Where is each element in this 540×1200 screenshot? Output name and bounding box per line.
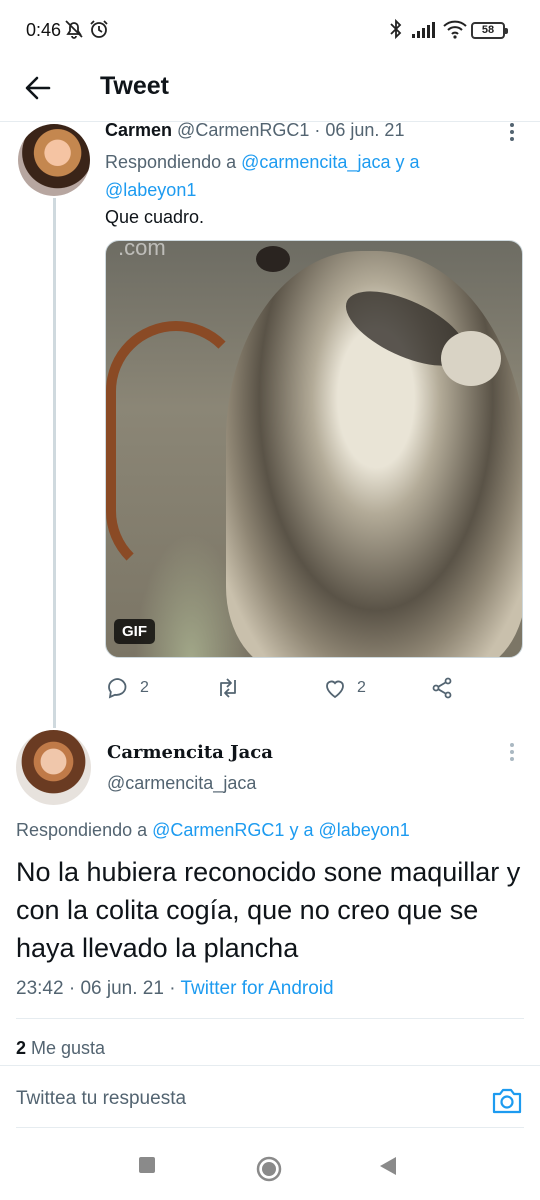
bluetooth-icon (390, 18, 402, 40)
alarm-icon (90, 20, 108, 38)
mention-link[interactable]: @CarmenRGC1 (152, 820, 284, 840)
heart-icon (326, 680, 344, 699)
tweet-media-gif[interactable]: .com GIF (105, 240, 523, 658)
media-raccoon-ear (441, 331, 501, 386)
gif-badge: GIF (114, 619, 155, 644)
author-name[interactable]: Carmen (105, 120, 172, 140)
share-button[interactable] (430, 674, 454, 702)
reply-count: 2 (140, 679, 149, 696)
replying-to: Respondiendo a @CarmenRGC1 y a @labeyon1 (16, 820, 410, 841)
likes-label: Me gusta (31, 1038, 106, 1058)
battery-icon: 58 (471, 22, 508, 39)
divider (0, 1065, 540, 1066)
tweet-text: No la hubiera reconocido sone maquillar … (16, 857, 521, 963)
mention-link[interactable]: @labeyon1 (105, 180, 196, 200)
composer-underline (16, 1127, 524, 1128)
separator-dot: · (314, 120, 321, 140)
author-handle[interactable]: @CarmenRGC1 (177, 120, 309, 140)
tweet-date: 06 jun. 21 (80, 978, 164, 999)
camera-icon[interactable] (490, 1085, 524, 1117)
separator-dot: · (169, 978, 176, 999)
likes-count: 2 (16, 1038, 27, 1058)
reply-button[interactable]: 2 (106, 674, 149, 702)
media-chair (106, 321, 246, 581)
share-icon (432, 677, 452, 699)
home-icon[interactable] (255, 1155, 283, 1183)
avatar[interactable] (16, 730, 91, 805)
tweet-meta: 23:42 · 06 jun. 21 · Twitter for Android (16, 978, 334, 1000)
more-options-icon[interactable] (500, 120, 524, 144)
tweet-source-link[interactable]: Twitter for Android (180, 978, 333, 999)
tweet-text: Que cuadro. (105, 207, 205, 227)
tweet-header: Carmen @CarmenRGC1 · 06 jun. 21 (105, 120, 404, 141)
replying-conjunction: y a (289, 820, 314, 840)
likes-summary[interactable]: 2 Me gusta (16, 1038, 105, 1059)
divider (16, 1018, 524, 1019)
replying-conjunction: y a (395, 152, 420, 172)
author-name[interactable]: Carmencita Jaca (107, 742, 273, 763)
like-button[interactable]: 2 (323, 674, 366, 702)
avatar[interactable] (18, 124, 90, 196)
status-bar: 0:46 58 (0, 0, 540, 60)
system-nav-bar (0, 1140, 540, 1200)
mention-link[interactable]: @labeyon1 (318, 820, 409, 840)
recent-apps-icon[interactable] (137, 1155, 157, 1175)
separator-dot: · (68, 978, 76, 999)
retweet-button[interactable] (215, 674, 251, 702)
back-nav-icon[interactable] (378, 1155, 398, 1177)
thread-line (53, 198, 56, 728)
status-time: 0:46 (26, 20, 62, 40)
signal-icon (412, 22, 435, 38)
media-watermark: .com (118, 240, 166, 260)
top-app-bar: Tweet (0, 60, 540, 118)
like-count: 2 (357, 679, 366, 696)
replying-prefix: Respondiendo a (16, 820, 148, 840)
replying-prefix: Respondiendo a (105, 152, 237, 172)
tweet-date: 06 jun. 21 (325, 120, 405, 140)
tweet-time: 23:42 (16, 978, 64, 999)
arrow-left-icon[interactable] (20, 70, 58, 106)
mute-bell-icon (65, 20, 83, 39)
wifi-icon (443, 20, 467, 39)
reply-input[interactable]: Twittea tu respuesta (16, 1088, 476, 1116)
more-options-icon[interactable] (500, 740, 524, 764)
author-handle[interactable]: @carmencita_jaca (107, 773, 256, 794)
mention-link[interactable]: @carmencita_jaca (241, 152, 390, 172)
reply-icon (108, 678, 127, 699)
media-raccoon-nose (256, 246, 290, 272)
page-title: Tweet (100, 72, 169, 100)
retweet-icon (220, 678, 236, 698)
replying-to: Respondiendo a @carmencita_jaca y a @lab… (105, 148, 515, 204)
